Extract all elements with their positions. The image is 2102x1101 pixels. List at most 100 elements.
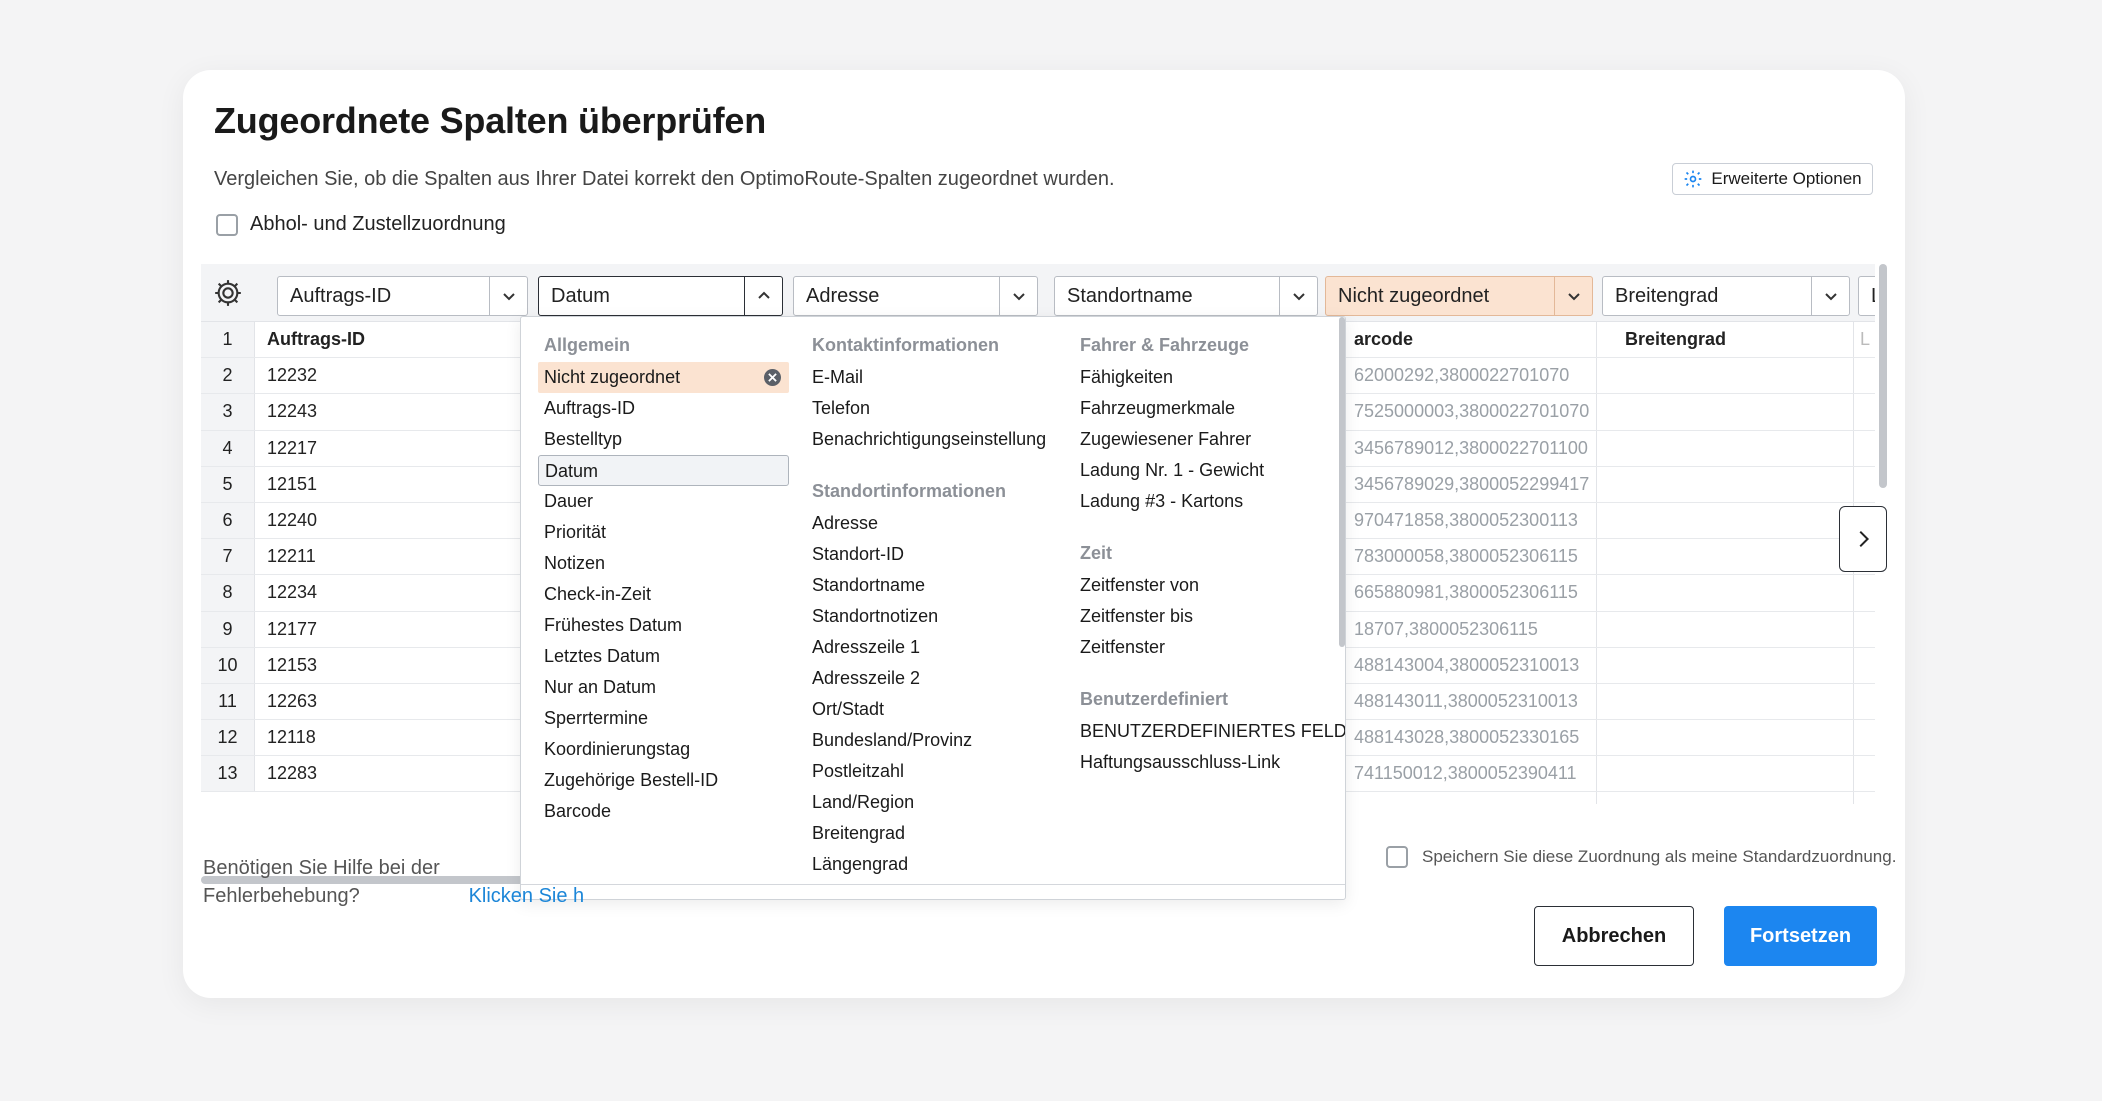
- continue-button[interactable]: Fortsetzen: [1724, 906, 1877, 966]
- dropdown-option[interactable]: Adresse: [806, 508, 1046, 539]
- save-default-label: Speichern Sie diese Zuordnung als meine …: [1422, 847, 1897, 866]
- dropdown-option[interactable]: Breitengrad: [806, 818, 1046, 849]
- column-select-6[interactable]: Breitengrad: [1602, 276, 1850, 316]
- review-mapping-dialog: Zugeordnete Spalten überprüfen Vergleich…: [183, 70, 1905, 998]
- dropdown-option[interactable]: Zeitfenster bis: [1074, 601, 1345, 632]
- dropdown-option[interactable]: Zeitfenster: [1074, 632, 1345, 663]
- dropdown-option[interactable]: Bestelltyp: [538, 424, 789, 455]
- row-number: 1: [201, 322, 255, 358]
- grid-settings-button[interactable]: [201, 264, 255, 322]
- row-number: 6: [201, 502, 255, 539]
- dropdown-option[interactable]: Bundesland/Provinz: [806, 725, 1046, 756]
- dropdown-option[interactable]: Nicht zugeordnet: [538, 362, 789, 393]
- save-default-checkbox[interactable]: [1386, 846, 1408, 868]
- clear-icon[interactable]: [764, 369, 781, 386]
- dropdown-option[interactable]: Land/Region: [806, 787, 1046, 818]
- cell-barcode: 488143028,3800052330165: [1354, 727, 1580, 748]
- dropdown-option[interactable]: Ort/Stadt: [806, 694, 1046, 725]
- cell-order-id: 12263: [267, 690, 318, 711]
- dropdown-option[interactable]: Fahrzeugmerkmale: [1074, 393, 1345, 424]
- chevron-down-icon: [1012, 293, 1025, 301]
- row-number: 11: [201, 683, 255, 720]
- row-number: 4: [201, 430, 255, 466]
- dropdown-option[interactable]: Zugehörige Bestell-ID: [538, 765, 789, 796]
- grid-vertical-scrollbar[interactable]: [1879, 264, 1887, 488]
- dropdown-option[interactable]: E-Mail: [806, 362, 1046, 393]
- dropdown-option[interactable]: BENUTZERDEFINIERTES FELD 1: [1074, 716, 1345, 747]
- dropdown-option[interactable]: Check-in-Zeit: [538, 579, 789, 610]
- cell-order-id: 12177: [267, 618, 318, 639]
- dropdown-option[interactable]: Standortname: [806, 570, 1046, 601]
- dropdown-option[interactable]: Standortnotizen: [806, 601, 1046, 632]
- dropdown-option[interactable]: Koordinierungstag: [538, 734, 789, 765]
- dropdown-option[interactable]: Letztes Datum: [538, 641, 789, 672]
- column-select-7[interactable]: L: [1858, 276, 1875, 316]
- cell-order-id: 12283: [267, 763, 318, 784]
- group-heading: Fahrer & Fahrzeuge: [1080, 335, 1250, 355]
- dropdown-option[interactable]: Dauer: [538, 486, 789, 517]
- column-select-value: L: [1859, 285, 1875, 308]
- help-link[interactable]: Klicken Sie h: [469, 885, 585, 907]
- cell-barcode: 783000058,3800052306115: [1354, 546, 1578, 567]
- column-select-5[interactable]: Nicht zugeordnet: [1325, 276, 1593, 316]
- gear-icon: [215, 280, 241, 306]
- dropdown-option[interactable]: Zeitfenster von: [1074, 570, 1345, 601]
- dropdown-option[interactable]: Frühestes Datum: [538, 610, 789, 641]
- dropdown-option[interactable]: Adresszeile 2: [806, 663, 1046, 694]
- row-number: 13: [201, 756, 255, 792]
- row-number: 12: [201, 720, 255, 756]
- cell-next: L: [1860, 329, 1871, 350]
- dropdown-option[interactable]: Adresszeile 1: [806, 632, 1046, 663]
- dialog-subtitle: Vergleichen Sie, ob die Spalten aus Ihre…: [214, 168, 1115, 190]
- dropdown-option[interactable]: Auftrags-ID: [538, 393, 789, 424]
- cell-barcode: 3456789012,3800022701100: [1354, 437, 1588, 458]
- dropdown-column-driver-time-custom: Fahrer & Fahrzeuge Fähigkeiten Fahrzeugme…: [1080, 317, 1345, 778]
- column-select-value: Auftrags-ID: [290, 284, 392, 307]
- group-heading: Allgemein: [544, 335, 631, 355]
- cell-order-id: Auftrags-ID: [267, 329, 365, 350]
- column-select-value: Adresse: [806, 284, 880, 307]
- dropdown-option[interactable]: Nur an Datum: [538, 672, 789, 703]
- save-default-option[interactable]: Speichern Sie diese Zuordnung als meine …: [1386, 846, 1896, 868]
- dropdown-scrollbar[interactable]: [1339, 317, 1345, 647]
- scroll-right-button[interactable]: [1839, 506, 1887, 572]
- dropdown-option[interactable]: Datum: [538, 455, 789, 486]
- dropdown-option[interactable]: Standort-ID: [806, 539, 1046, 570]
- dropdown-option[interactable]: Barcode: [538, 796, 789, 827]
- row-number: 8: [201, 575, 255, 611]
- column-select-1[interactable]: Auftrags-ID: [277, 276, 528, 316]
- dialog-title: Zugeordnete Spalten überprüfen: [214, 100, 767, 141]
- cell-order-id: 12243: [267, 401, 318, 422]
- dropdown-option[interactable]: Fähigkeiten: [1074, 362, 1345, 393]
- dropdown-option[interactable]: Telefon: [806, 393, 1046, 424]
- dropdown-option[interactable]: Postleitzahl: [806, 756, 1046, 787]
- column-select-4[interactable]: Standortname: [1054, 276, 1318, 316]
- cell-order-id: 12240: [267, 510, 318, 531]
- group-heading: Standortinformationen: [812, 481, 1006, 501]
- column-select-2[interactable]: Datum: [538, 276, 783, 316]
- column-mapping-dropdown: Allgemein Nicht zugeordnet Auftrags-ID Bes…: [520, 316, 1346, 900]
- pickup-delivery-option[interactable]: Abhol- und Zustellzuordnung: [216, 213, 506, 236]
- dropdown-option[interactable]: Notizen: [538, 548, 789, 579]
- chevron-down-icon: [1292, 293, 1305, 301]
- dropdown-option[interactable]: Ladung Nr. 1 - Gewicht: [1074, 455, 1345, 486]
- dropdown-option[interactable]: Haftungsausschluss-Link: [1074, 747, 1345, 778]
- cell-barcode: 18707,3800052306115: [1354, 618, 1538, 639]
- advanced-options-button[interactable]: Erweiterte Optionen: [1672, 163, 1873, 195]
- column-select-3[interactable]: Adresse: [793, 276, 1038, 316]
- dropdown-option[interactable]: Sperrtermine: [538, 703, 789, 734]
- dropdown-column-general: Allgemein Nicht zugeordnet Auftrags-ID Bes…: [538, 317, 789, 827]
- dropdown-option[interactable]: Längengrad: [806, 849, 1046, 880]
- row-number: 7: [201, 539, 255, 575]
- cell-barcode: 741150012,3800052390411: [1354, 763, 1577, 784]
- pickup-delivery-checkbox[interactable]: [216, 213, 238, 236]
- cell-barcode: 970471858,3800052300113: [1354, 510, 1578, 531]
- dropdown-option[interactable]: Priorität: [538, 517, 789, 548]
- dropdown-option[interactable]: Zugewiesener Fahrer: [1074, 424, 1345, 455]
- chevron-down-icon: [502, 293, 515, 301]
- dropdown-option[interactable]: Benachrichtigungseinstellung: [806, 424, 1046, 455]
- chevron-up-icon: [757, 291, 770, 299]
- cancel-button[interactable]: Abbrechen: [1534, 906, 1694, 966]
- dropdown-option[interactable]: Ladung #3 - Kartons: [1074, 486, 1345, 517]
- cell-barcode: 3456789029,3800052299417: [1354, 473, 1590, 494]
